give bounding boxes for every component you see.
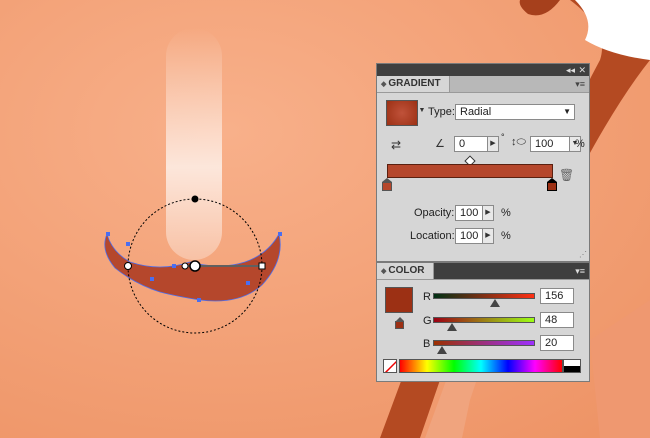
- opacity-dropdown[interactable]: ▶: [482, 205, 494, 221]
- r-field[interactable]: 156: [540, 288, 574, 304]
- angle-value: 0: [459, 138, 466, 150]
- gradient-panel: ◂◂ ✕ ◆ GRADIENT ▾≡ ▼ Type: Radial ▼ ⇄ ∠ 0…: [376, 63, 590, 262]
- trash-icon[interactable]: 🗑: [559, 168, 574, 182]
- type-select[interactable]: Radial ▼: [455, 104, 575, 120]
- angle-field[interactable]: 0: [454, 136, 488, 152]
- gradient-focal-handle[interactable]: [181, 262, 189, 270]
- r-label: R: [423, 291, 431, 303]
- color-tab-row: ◆ COLOR ▾≡: [377, 263, 589, 280]
- color-panel: ◆ COLOR ▾≡ R 156 G 48 B 20: [376, 262, 590, 382]
- tab-color[interactable]: ◆ COLOR: [377, 263, 434, 279]
- tab-expand-icon[interactable]: ◆: [381, 268, 386, 275]
- g-label: G: [423, 315, 432, 327]
- gradient-stop-start[interactable]: [382, 178, 392, 191]
- angle-icon: ∠: [435, 138, 445, 150]
- panel-menu-icon[interactable]: ▾≡: [575, 263, 585, 279]
- gradient-tab-row: ◆ GRADIENT ▾≡: [377, 76, 589, 93]
- angle-dropdown[interactable]: ▶: [487, 136, 499, 152]
- gradient-slider-bar[interactable]: [387, 164, 553, 178]
- tab-gradient-label: GRADIENT: [388, 78, 441, 89]
- opacity-field[interactable]: 100: [455, 205, 483, 221]
- resize-grip[interactable]: ⋰: [579, 250, 587, 259]
- b-slider-track[interactable]: [433, 340, 535, 346]
- tab-color-label: COLOR: [388, 265, 425, 276]
- collapse-icon[interactable]: ◂◂: [566, 64, 575, 76]
- panel-titlebar[interactable]: ◂◂ ✕: [377, 64, 589, 76]
- b-value: 20: [545, 337, 558, 349]
- none-swatch-icon[interactable]: [383, 359, 397, 373]
- color-spectrum-bar[interactable]: [399, 359, 563, 373]
- opacity-value: 100: [460, 207, 479, 219]
- black-white-swatches[interactable]: [563, 359, 581, 373]
- r-slider-track[interactable]: [433, 293, 535, 299]
- r-value: 156: [545, 290, 564, 302]
- gradient-stop-end[interactable]: [547, 178, 557, 191]
- chevron-down-icon: ▼: [563, 107, 571, 116]
- gradient-swatch[interactable]: [386, 100, 418, 126]
- aspect-ratio-icon: ↕⬭: [511, 136, 526, 148]
- b-label: B: [423, 338, 431, 350]
- location-field[interactable]: 100: [455, 228, 483, 244]
- type-select-value: Radial: [460, 106, 492, 118]
- g-slider-thumb[interactable]: [447, 323, 457, 331]
- g-value: 48: [545, 314, 558, 326]
- location-label: Location:: [410, 230, 455, 242]
- opacity-label: Opacity:: [414, 207, 455, 219]
- b-slider-thumb[interactable]: [437, 346, 447, 354]
- gradient-origin-handle[interactable]: [189, 260, 201, 272]
- type-label: Type:: [428, 106, 455, 118]
- location-unit: %: [501, 230, 511, 242]
- degree-symbol: °: [501, 132, 505, 142]
- gradient-top-handle[interactable]: [191, 195, 199, 203]
- color-fill-swatch[interactable]: [385, 287, 413, 313]
- nose-highlight: [166, 28, 222, 260]
- tab-gradient[interactable]: ◆ GRADIENT: [377, 76, 450, 92]
- location-dropdown[interactable]: ▶: [482, 228, 494, 244]
- b-field[interactable]: 20: [540, 335, 574, 351]
- location-value: 100: [460, 230, 479, 242]
- panel-menu-icon[interactable]: ▾≡: [575, 76, 585, 92]
- opacity-unit: %: [501, 207, 511, 219]
- gradient-left-handle[interactable]: [124, 262, 132, 270]
- tab-expand-icon[interactable]: ◆: [381, 81, 386, 88]
- reverse-gradient-icon[interactable]: ⇄: [391, 138, 401, 152]
- r-slider-thumb[interactable]: [490, 299, 500, 307]
- aspect-value: 100: [535, 138, 554, 150]
- out-of-gamut-icon[interactable]: [395, 317, 405, 329]
- aspect-unit: %: [575, 138, 585, 150]
- g-field[interactable]: 48: [540, 312, 574, 328]
- close-icon[interactable]: ✕: [578, 64, 586, 76]
- aspect-field[interactable]: 100: [530, 136, 570, 152]
- gradient-end-handle[interactable]: [258, 262, 266, 270]
- gradient-swatch-dropdown[interactable]: ▼: [418, 104, 426, 120]
